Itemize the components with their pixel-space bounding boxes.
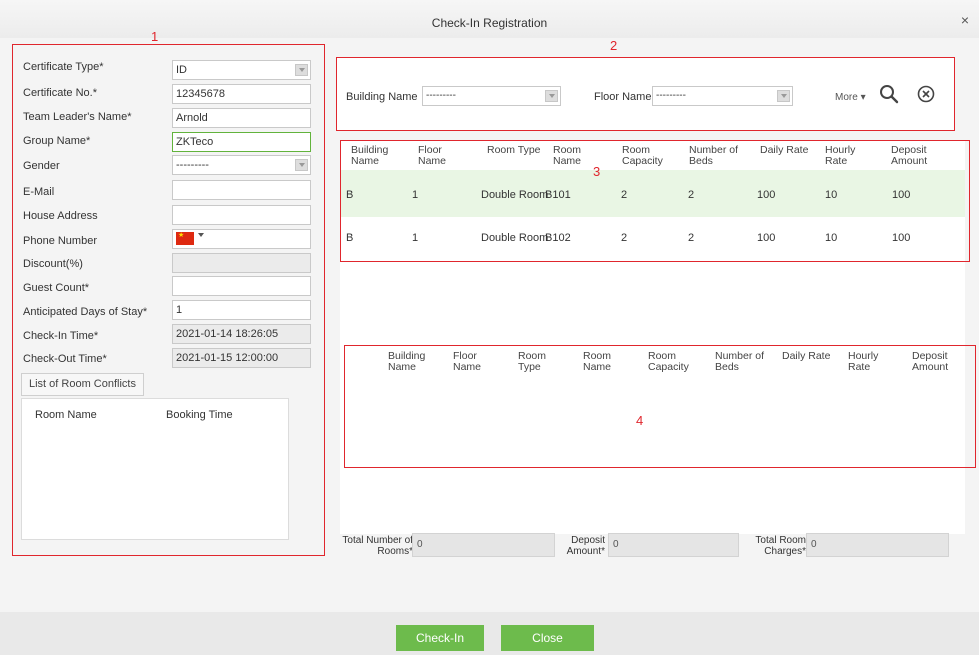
dialog-title: Check-In Registration — [431, 16, 548, 30]
certificate-no-input[interactable]: 12345678 — [172, 84, 311, 104]
label-gender: Gender — [23, 160, 60, 172]
discount-input[interactable] — [172, 253, 311, 273]
group-name-input[interactable]: ZKTeco — [172, 132, 311, 152]
house-address-input[interactable] — [172, 205, 311, 225]
label-certificate-no: Certificate No.* — [23, 87, 97, 99]
label-email: E-Mail — [23, 186, 55, 198]
floor-name-select[interactable]: --------- — [652, 86, 793, 106]
annotation-number-4: 4 — [636, 413, 644, 428]
guest-count-input[interactable] — [172, 276, 311, 296]
room-conflicts-button[interactable]: List of Room Conflicts — [21, 373, 144, 396]
annotation-number-1: 1 — [151, 29, 159, 44]
dropdown-arrow-icon[interactable] — [545, 90, 558, 102]
total-rooms-label: Total Number of Rooms* — [342, 535, 413, 557]
label-group-name: Group Name* — [23, 135, 91, 147]
email-input[interactable] — [172, 180, 311, 200]
deposit-amount-label: Deposit Amount* — [566, 535, 605, 557]
label-house-address: House Address — [23, 210, 98, 222]
col-booking-time: Booking Time — [166, 409, 233, 421]
label-certificate-type: Certificate Type* — [23, 61, 104, 73]
dropdown-arrow-icon[interactable] — [777, 90, 790, 102]
deposit-amount-field[interactable]: 0 — [608, 533, 739, 557]
label-days-of-stay: Anticipated Days of Stay* — [23, 306, 148, 318]
label-checkin-time: Check-In Time* — [23, 330, 99, 342]
annotation-number-3: 3 — [593, 164, 601, 179]
annotation-box-4 — [344, 345, 976, 468]
label-team-leader: Team Leader's Name* — [23, 111, 132, 123]
dropdown-arrow-icon[interactable] — [295, 64, 308, 76]
days-of-stay-input[interactable]: 1 — [172, 300, 311, 320]
annotation-number-2: 2 — [610, 38, 618, 53]
label-checkout-time: Check-Out Time* — [23, 353, 107, 365]
clear-icon[interactable] — [916, 84, 936, 104]
certificate-type-select[interactable]: ID — [172, 60, 311, 80]
label-discount: Discount(%) — [23, 258, 83, 270]
check-in-button[interactable]: Check-In — [396, 625, 484, 651]
chevron-down-icon[interactable] — [198, 233, 204, 237]
more-button[interactable]: More ▾ — [835, 92, 866, 103]
china-flag-icon[interactable] — [176, 231, 194, 245]
close-icon[interactable]: × — [961, 12, 969, 28]
label-phone-number: Phone Number — [23, 235, 97, 247]
gender-select[interactable]: --------- — [172, 155, 311, 175]
team-leader-input[interactable]: Arnold — [172, 108, 311, 128]
building-name-label: Building Name — [346, 91, 418, 103]
total-rooms-field[interactable]: 0 — [412, 533, 555, 557]
label-guest-count: Guest Count* — [23, 282, 90, 294]
total-charges-field[interactable]: 0 — [806, 533, 949, 557]
col-room-name: Room Name — [35, 409, 97, 421]
search-icon[interactable] — [878, 83, 900, 105]
checkin-time-input[interactable]: 2021-01-14 18:26:05 — [172, 324, 311, 344]
checkout-time-input[interactable]: 2021-01-15 12:00:00 — [172, 348, 311, 368]
dialog-footer — [0, 612, 979, 655]
floor-name-label: Floor Name — [594, 91, 652, 103]
close-button[interactable]: Close — [501, 625, 594, 651]
dropdown-arrow-icon[interactable] — [295, 159, 308, 171]
annotation-box-3 — [340, 140, 970, 262]
total-charges-label: Total Room Charges* — [755, 535, 806, 557]
building-name-select[interactable]: --------- — [422, 86, 561, 106]
